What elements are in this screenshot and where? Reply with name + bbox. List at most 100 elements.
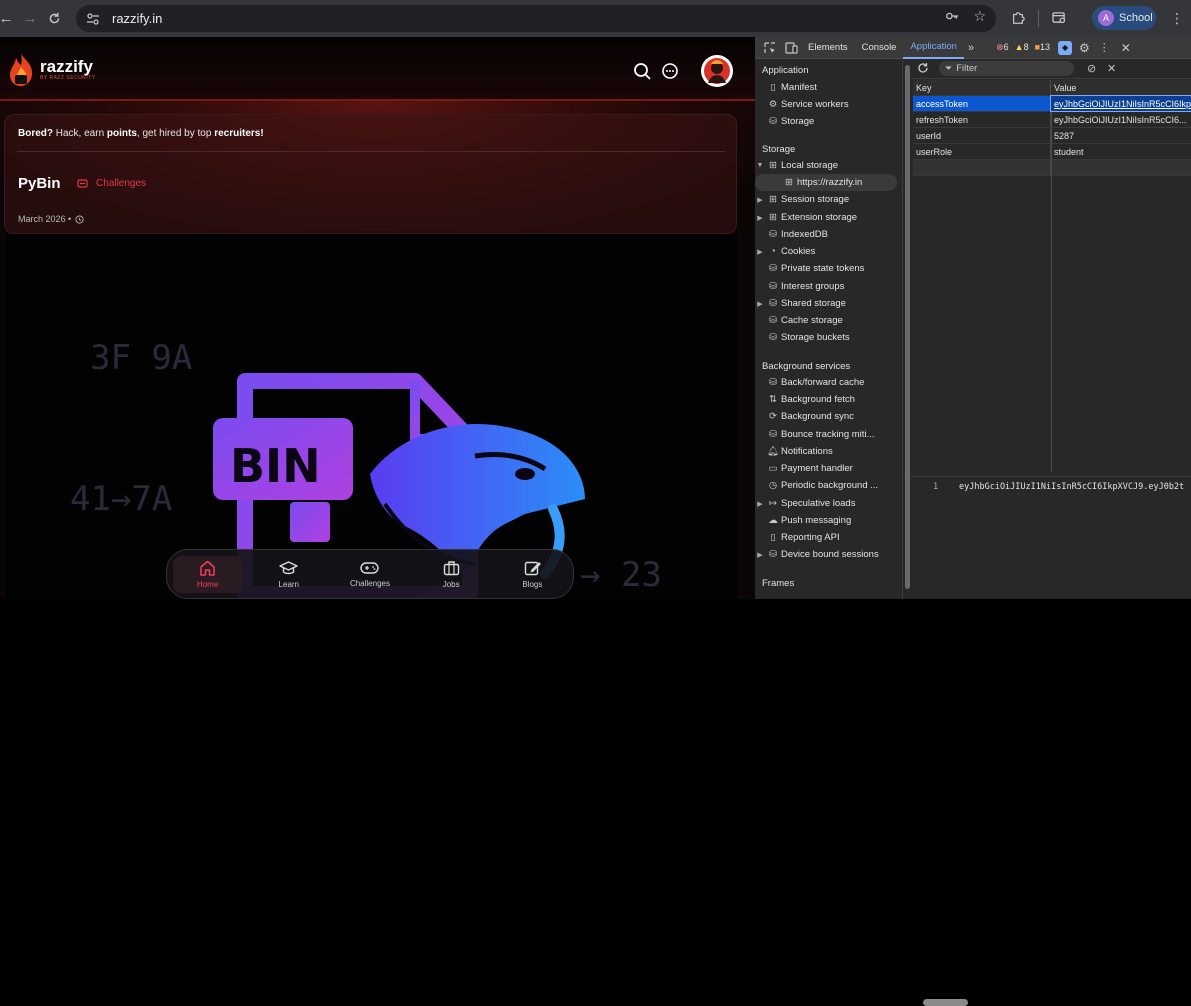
menu-dots-icon[interactable]: ⋮ [1170, 10, 1184, 27]
arrow-right-icon: ↦ [769, 498, 777, 509]
sidebar-item-interest-groups[interactable]: ⛁ Interest groups [755, 278, 902, 295]
url-text[interactable]: razzify.in [112, 11, 162, 26]
collapsed-arrow-icon[interactable]: ▶ [755, 300, 765, 308]
sidebar-item-local-origin[interactable]: ⊞ https://razzify.in [755, 174, 897, 191]
sidebar-item-background-sync[interactable]: ⟳ Background sync [755, 408, 902, 425]
ai-assistant-icon[interactable]: ◆ [1058, 40, 1073, 55]
sidebar-item-periodic-background[interactable]: ◷ Periodic background ... [755, 477, 902, 494]
tab-console[interactable]: Console [855, 37, 904, 59]
table-row[interactable]: userRole student [913, 144, 1191, 160]
sidebar-item-service-workers[interactable]: ⚙ Service workers [755, 96, 902, 113]
sidebar-item-device-bound-sessions[interactable]: ▶ ⛁ Device bound sessions [755, 546, 902, 563]
close-devtools-icon[interactable]: ✕ [1121, 41, 1131, 55]
nav-learn[interactable]: Learn [254, 560, 324, 589]
gamepad-icon [360, 561, 380, 574]
table-row[interactable]: refreshToken eyJhbGciOiJIUzI1NiIsInR5cCI… [913, 112, 1191, 128]
error-icon: ⊗ [996, 42, 1004, 52]
sidebar-scrollbar[interactable] [903, 59, 911, 599]
address-bar[interactable]: razzify.in ☆ [76, 5, 996, 32]
up-down-arrows-icon: ⇅ [769, 394, 777, 405]
bottom-navigation: Home Learn Challenges Jobs Blogs [166, 549, 574, 599]
preview-text[interactable]: eyJhbGciOiJIUzI1NiIsInR5cCI6IkpXVCJ9.eyJ… [959, 482, 1184, 492]
table-row[interactable]: userId 5287 [913, 128, 1191, 144]
table-icon: ⊞ [769, 194, 777, 205]
sidebar-item-notifications[interactable]: 🔔︎ Notifications [755, 443, 902, 460]
settings-gear-icon[interactable]: ⚙ [1079, 41, 1090, 55]
chat-icon[interactable] [661, 62, 679, 80]
post-date: March 2026 • [18, 214, 84, 224]
horizontal-scrollbar[interactable] [923, 999, 968, 1006]
error-count[interactable]: ⊗6 [996, 42, 1009, 53]
sidebar-item-push-messaging[interactable]: ☁ Push messaging [755, 512, 902, 529]
back-icon[interactable]: ← [0, 7, 18, 31]
tab-search-icon[interactable] [1052, 11, 1067, 25]
collapsed-arrow-icon[interactable]: ▶ [755, 214, 765, 222]
tab-application[interactable]: Application [903, 37, 964, 59]
warning-icon: ▲ [1014, 42, 1024, 52]
line-number: 1 [933, 482, 939, 492]
hex-text-3: → 23 [580, 555, 662, 595]
sidebar-item-payment-handler[interactable]: ▭ Payment handler [755, 460, 902, 477]
key-icon[interactable] [945, 9, 959, 26]
inspect-element-icon[interactable] [759, 41, 781, 54]
scrollbar-thumb[interactable] [905, 65, 910, 589]
sidebar-item-speculative-loads[interactable]: ▶ ↦ Speculative loads [755, 495, 902, 512]
collapsed-arrow-icon[interactable]: ▶ [755, 248, 765, 256]
extensions-icon[interactable] [1011, 11, 1025, 25]
sidebar-item-indexeddb[interactable]: ⛁ IndexedDB [755, 226, 902, 243]
sidebar-item-shared-storage[interactable]: ▶ ⛁ Shared storage [755, 295, 902, 312]
header-value[interactable]: Value [1051, 80, 1191, 95]
nav-blogs[interactable]: Blogs [497, 560, 567, 589]
forward-icon[interactable]: → [18, 7, 42, 31]
storage-table: Key Value accessToken eyJhbGciOiJIUzI1Ni… [913, 80, 1191, 176]
nav-jobs[interactable]: Jobs [416, 560, 486, 589]
filter-input[interactable]: ⏷ Filter [939, 61, 1074, 76]
devtools-menu-icon[interactable]: ⋮ [1099, 41, 1110, 54]
sidebar-item-private-state-tokens[interactable]: ⛁ Private state tokens [755, 260, 902, 277]
database-icon: ⛁ [769, 429, 777, 440]
refresh-icon[interactable] [917, 62, 929, 74]
sidebar-item-reporting-api[interactable]: ▯ Reporting API [755, 529, 902, 546]
site-info-icon[interactable] [86, 12, 100, 25]
expanded-arrow-icon[interactable]: ▼ [755, 162, 765, 169]
table-row[interactable]: accessToken eyJhbGciOiJIUzI1NiIsInR5cCI6… [913, 95, 1191, 112]
sidebar-item-background-fetch[interactable]: ⇅ Background fetch [755, 391, 902, 408]
sidebar-item-extension-storage[interactable]: ▶ ⊞ Extension storage [755, 209, 902, 226]
nav-challenges[interactable]: Challenges [335, 561, 405, 588]
database-icon: ⛁ [769, 549, 777, 560]
header-key[interactable]: Key [913, 80, 1051, 95]
sidebar-item-bounce-tracking[interactable]: ⛁ Bounce tracking miti... [755, 426, 902, 443]
collapsed-arrow-icon[interactable]: ▶ [755, 551, 765, 559]
clear-all-icon[interactable]: ⊘ [1087, 62, 1096, 75]
issues-count[interactable]: ■13 [1035, 42, 1050, 53]
sidebar-item-local-storage[interactable]: ▼ ⊞ Local storage [755, 157, 902, 174]
collapsed-arrow-icon[interactable]: ▶ [755, 500, 765, 508]
bookmark-star-icon[interactable]: ☆ [973, 9, 986, 26]
reload-icon[interactable] [42, 7, 66, 31]
sidebar-item-cookies[interactable]: ▶ ◔ Cookies [755, 243, 902, 260]
card-icon: ▭ [768, 463, 778, 474]
sidebar-item-storage-buckets[interactable]: ⛁ Storage buckets [755, 329, 902, 346]
delete-selected-icon[interactable]: ✕ [1107, 62, 1116, 75]
profile-button[interactable]: A School [1092, 6, 1156, 30]
sidebar-item-manifest[interactable]: ▯ Manifest [755, 79, 902, 96]
sidebar-item-cache-storage[interactable]: ⛁ Cache storage [755, 312, 902, 329]
file-icon: ▯ [770, 532, 776, 543]
search-icon[interactable] [633, 62, 651, 80]
collapsed-arrow-icon[interactable]: ▶ [755, 196, 765, 204]
warning-count[interactable]: ▲8 [1015, 42, 1029, 53]
nav-home[interactable]: Home [172, 555, 243, 593]
avatar[interactable] [701, 55, 733, 87]
tab-elements[interactable]: Elements [801, 37, 855, 59]
table-row-empty[interactable] [913, 160, 1191, 176]
post-category[interactable]: Challenges [77, 178, 146, 189]
brand-subtitle: BY RAZZ SECURITY [40, 75, 96, 81]
more-tabs-icon[interactable]: » [964, 42, 978, 54]
site-logo[interactable]: razzify BY RAZZ SECURITY [6, 53, 96, 87]
sidebar-item-bfcache[interactable]: ⛁ Back/forward cache [755, 374, 902, 391]
tagline: Bored? Hack, earn points, get hired by t… [18, 128, 264, 139]
device-toolbar-icon[interactable] [781, 41, 801, 54]
sidebar-item-session-storage[interactable]: ▶ ⊞ Session storage [755, 191, 902, 208]
sidebar-item-storage[interactable]: ⛁ Storage [755, 113, 902, 130]
brand-name: razzify [40, 57, 93, 76]
